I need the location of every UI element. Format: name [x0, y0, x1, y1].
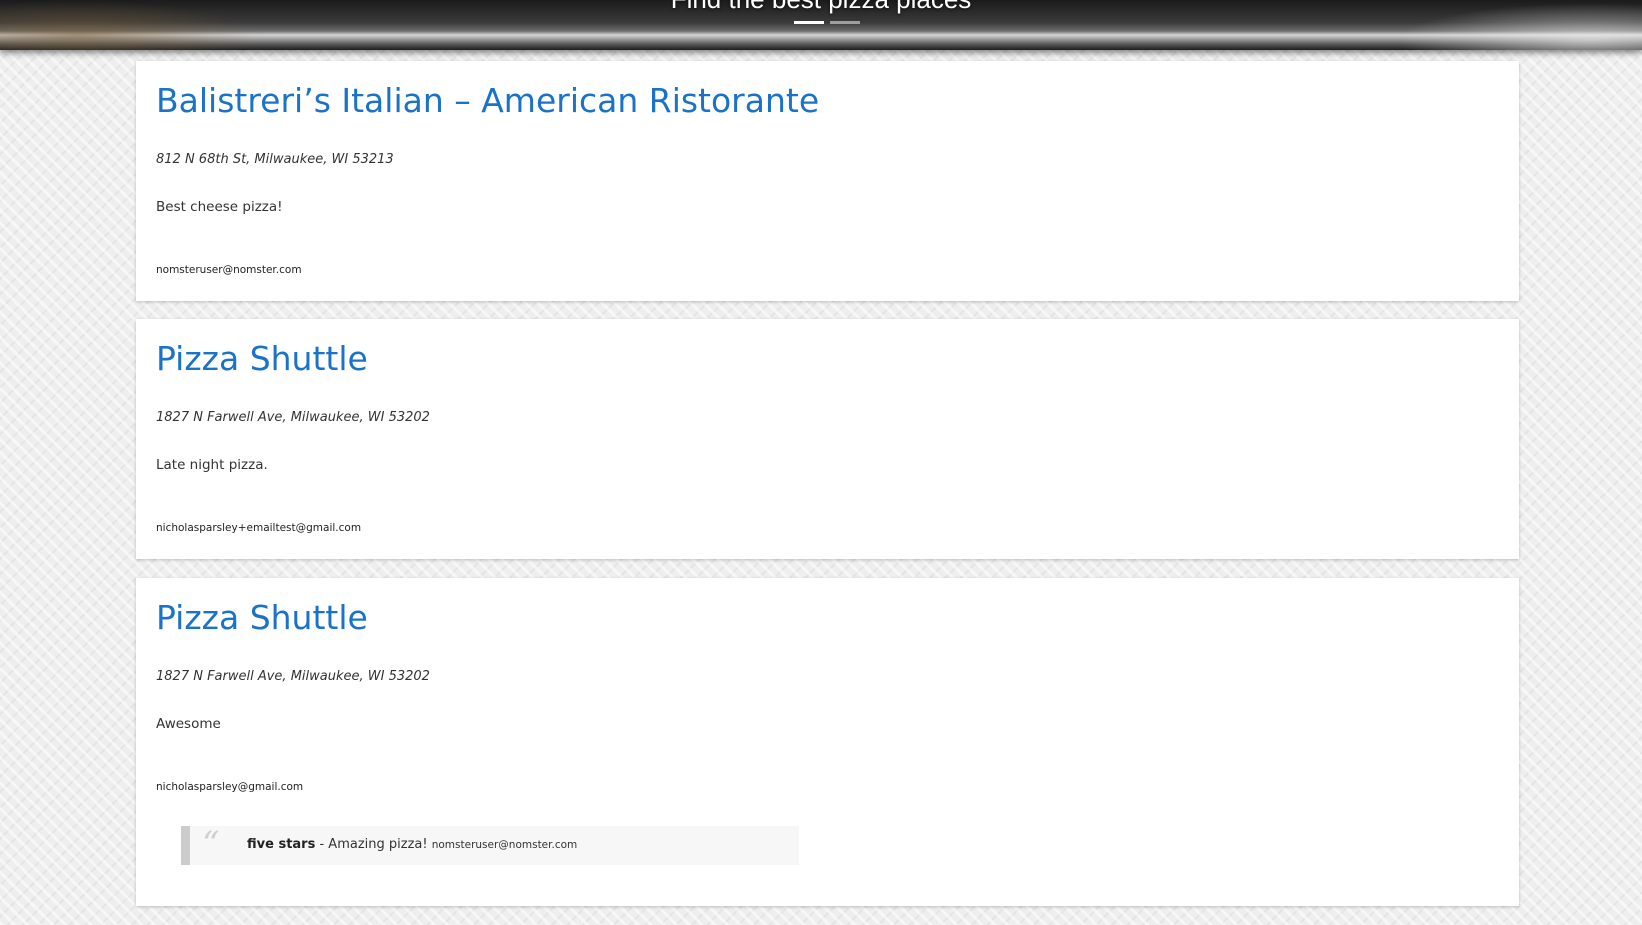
place-user-email: nicholasparsley+emailtest@gmail.com [156, 522, 362, 534]
comment-message: Amazing pizza! [328, 837, 428, 852]
place-address: 812 N 68th St, Milwaukee, WI 53213 [156, 152, 394, 167]
carousel-indicator-1[interactable] [794, 21, 824, 24]
place-address: 1827 N Farwell Ave, Milwaukee, WI 53202 [156, 669, 430, 684]
place-description: Best cheese pizza! [156, 199, 283, 215]
place-description: Late night pizza. [156, 457, 268, 473]
comment-rating: five stars [247, 837, 316, 852]
carousel-indicator-2[interactable] [830, 21, 860, 24]
place-card: Pizza Shuttle 1827 N Farwell Ave, Milwau… [136, 319, 1519, 559]
place-name-link[interactable]: Pizza Shuttle [156, 339, 368, 379]
hero-carousel: Find the best pizza places [0, 0, 1642, 50]
carousel-indicators [794, 21, 860, 24]
comment-user-email: nomsteruser@nomster.com [431, 839, 578, 851]
place-user-email: nicholasparsley@gmail.com [156, 781, 304, 793]
place-address: 1827 N Farwell Ave, Milwaukee, WI 53202 [156, 410, 430, 425]
place-card: Pizza Shuttle 1827 N Farwell Ave, Milwau… [136, 578, 1519, 906]
comment-text: five stars - Amazing pizza! nomsteruser@… [247, 837, 577, 852]
place-description: Awesome [156, 716, 221, 732]
place-card: Balistreri’s Italian – American Ristoran… [136, 61, 1519, 301]
comment-blockquote: “ five stars - Amazing pizza! nomsteruse… [181, 824, 799, 865]
place-user-email: nomsteruser@nomster.com [156, 264, 302, 276]
place-name-link[interactable]: Pizza Shuttle [156, 598, 368, 638]
hero-title: Find the best pizza places [0, 0, 1642, 14]
place-name-link[interactable]: Balistreri’s Italian – American Ristoran… [156, 81, 819, 121]
comment-separator: - [315, 837, 329, 852]
quote-icon: “ [202, 824, 220, 864]
